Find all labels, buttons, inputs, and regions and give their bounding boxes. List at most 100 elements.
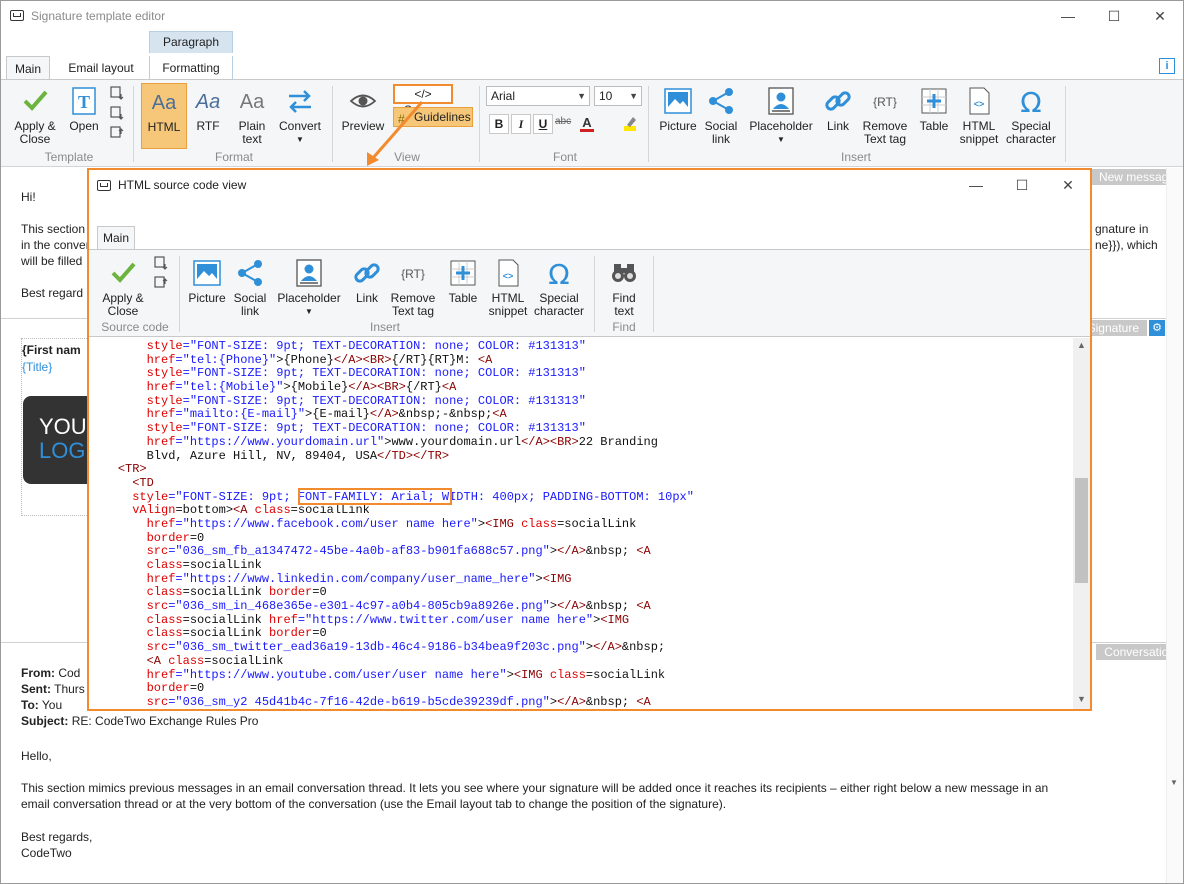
- small-template-buttons: [109, 86, 125, 146]
- dialog-link-button[interactable]: Link: [349, 258, 385, 305]
- code-line: <TR>: [89, 462, 1073, 477]
- code-line: class=socialLink border=0: [89, 627, 1073, 641]
- code-token: style: [146, 421, 183, 436]
- dialog-special-character-button[interactable]: Ω Special character: [533, 258, 585, 318]
- open-button[interactable]: T Open: [65, 86, 103, 133]
- strikethrough-button[interactable]: abc: [555, 116, 571, 127]
- code-token: =socialLink: [557, 516, 637, 531]
- binoculars-icon: [609, 258, 639, 288]
- code-token: {/RT}: [405, 380, 442, 395]
- preview-button[interactable]: Preview: [339, 86, 387, 133]
- checkmark-icon: [20, 86, 50, 116]
- dialog-insert-picture-button[interactable]: Picture: [185, 258, 229, 305]
- underline-button[interactable]: U: [533, 114, 553, 134]
- group-label-font: Font: [552, 150, 577, 164]
- minimize-button[interactable]: —: [1045, 1, 1091, 31]
- remove-text-tag-button[interactable]: {RT} Remove Text tag: [859, 86, 911, 146]
- font-color-icon[interactable]: A: [577, 114, 597, 134]
- font-family-select[interactable]: Arial ▼: [486, 86, 590, 106]
- html-format-button[interactable]: Aa HTML: [141, 83, 187, 149]
- rtf-format-button[interactable]: Aa RTF: [189, 86, 227, 133]
- code-token: <TD: [132, 475, 154, 490]
- code-token: Blvd, Azure Hill, NV, 89404, USA: [89, 448, 378, 463]
- subject-value: RE: CodeTwo Exchange Rules Pro: [71, 714, 259, 728]
- group-separator: [653, 256, 654, 332]
- dialog-tab-main[interactable]: Main: [97, 226, 135, 250]
- tab-email-layout[interactable]: Email layout: [59, 56, 143, 80]
- code-scrollbar[interactable]: ▲ ▼: [1073, 338, 1090, 709]
- code-token: class: [168, 653, 205, 668]
- dialog-social-link-button[interactable]: Social link: [231, 258, 269, 318]
- code-token: ="036_sm_fb_a1347472-45be-4a0b-af83-b901…: [168, 544, 550, 559]
- insert-picture-button[interactable]: Picture: [655, 86, 701, 133]
- tab-formatting[interactable]: Formatting: [149, 56, 233, 80]
- insert-html-snippet-button[interactable]: <> HTML snippet: [955, 86, 1003, 146]
- chevron-down-icon: ▼: [629, 91, 638, 101]
- gear-icon[interactable]: ⚙: [1149, 320, 1165, 336]
- code-token: <A: [636, 544, 651, 559]
- group-label-insert: Insert: [840, 150, 871, 164]
- dialog-table-button[interactable]: Table: [443, 258, 483, 305]
- dialog-html-snippet-button[interactable]: <> HTML snippet: [485, 258, 531, 318]
- code-line: style="FONT-SIZE: 9pt; FONT-FAMILY: Aria…: [89, 490, 1073, 505]
- scroll-down-icon[interactable]: ▼: [1170, 778, 1178, 787]
- code-token: style: [146, 339, 183, 353]
- html-source-editor[interactable]: style="FONT-SIZE: 9pt; TEXT-DECORATION: …: [89, 338, 1073, 709]
- dialog-maximize-button[interactable]: ☐: [999, 170, 1045, 200]
- document-scrollbar[interactable]: ▼: [1166, 168, 1183, 883]
- convert-button[interactable]: Convert ▼: [275, 86, 325, 146]
- find-text-button[interactable]: Find text: [603, 258, 645, 318]
- code-token: class: [549, 667, 586, 682]
- close-button[interactable]: ✕: [1137, 1, 1183, 31]
- insert-social-link-button[interactable]: Social link: [701, 86, 741, 146]
- scroll-up-icon[interactable]: ▲: [1077, 340, 1086, 350]
- code-token: ="036_sm_y2 45d41b4c-7f16-42de-b619-b5cd…: [168, 694, 550, 709]
- insert-special-character-button[interactable]: Ω Special character: [1005, 86, 1057, 146]
- code-token: =0: [189, 530, 205, 545]
- code-token: href: [146, 407, 176, 422]
- bold-button[interactable]: B: [489, 114, 509, 134]
- scrollbar-thumb[interactable]: [1075, 478, 1088, 583]
- code-token: src: [146, 599, 169, 614]
- dialog-placeholder-button[interactable]: Placeholder ▼: [273, 258, 345, 318]
- link-chain-icon: [823, 86, 853, 116]
- insert-link-button[interactable]: Link: [819, 86, 857, 133]
- dialog-minimize-button[interactable]: —: [953, 170, 999, 200]
- info-icon[interactable]: i: [1159, 58, 1175, 74]
- insert-table-button[interactable]: Table: [915, 86, 953, 133]
- code-token: border: [269, 585, 313, 600]
- insert-placeholder-button[interactable]: Placeholder ▼: [745, 86, 817, 146]
- guidelines-toggle[interactable]: # Guidelines: [393, 107, 473, 127]
- dialog-remove-text-tag-button[interactable]: {RT} Remove Text tag: [387, 258, 439, 318]
- code-token: >: [585, 640, 594, 655]
- scroll-down-icon[interactable]: ▼: [1077, 694, 1086, 704]
- dialog-apply-close-button[interactable]: Apply & Close: [95, 258, 151, 318]
- maximize-button[interactable]: ☐: [1091, 1, 1137, 31]
- code-token: ="https://www.yourdomain.url": [175, 434, 385, 449]
- code-token: =0: [189, 681, 205, 696]
- source-button[interactable]: </> Source: [393, 84, 453, 117]
- ribbon: Apply & Close T Open Template Aa HTML Aa…: [1, 79, 1183, 167]
- contextual-tab-label: Paragraph: [149, 31, 233, 53]
- italic-button[interactable]: I: [511, 114, 531, 134]
- svg-text:<>: <>: [974, 99, 985, 109]
- apply-close-button[interactable]: Apply & Close: [7, 86, 63, 146]
- code-token: </A><BR>: [348, 380, 406, 395]
- highlight-color-icon[interactable]: [621, 114, 639, 134]
- code-token: ="FONT-SIZE: 9pt; TEXT-DECORATION: none;…: [182, 339, 586, 353]
- tab-main[interactable]: Main: [6, 56, 50, 81]
- title-bar: Signature template editor — ☐ ✕: [1, 1, 1183, 31]
- plain-text-button[interactable]: Aa Plain text: [231, 86, 273, 146]
- font-size-select[interactable]: 10 ▼: [594, 86, 642, 106]
- code-token: =0: [312, 585, 327, 600]
- html-source-dialog: HTML source code view — ☐ ✕ Main Apply &…: [87, 168, 1092, 711]
- share-icon: [706, 86, 736, 116]
- dialog-close-button[interactable]: ✕: [1045, 170, 1091, 200]
